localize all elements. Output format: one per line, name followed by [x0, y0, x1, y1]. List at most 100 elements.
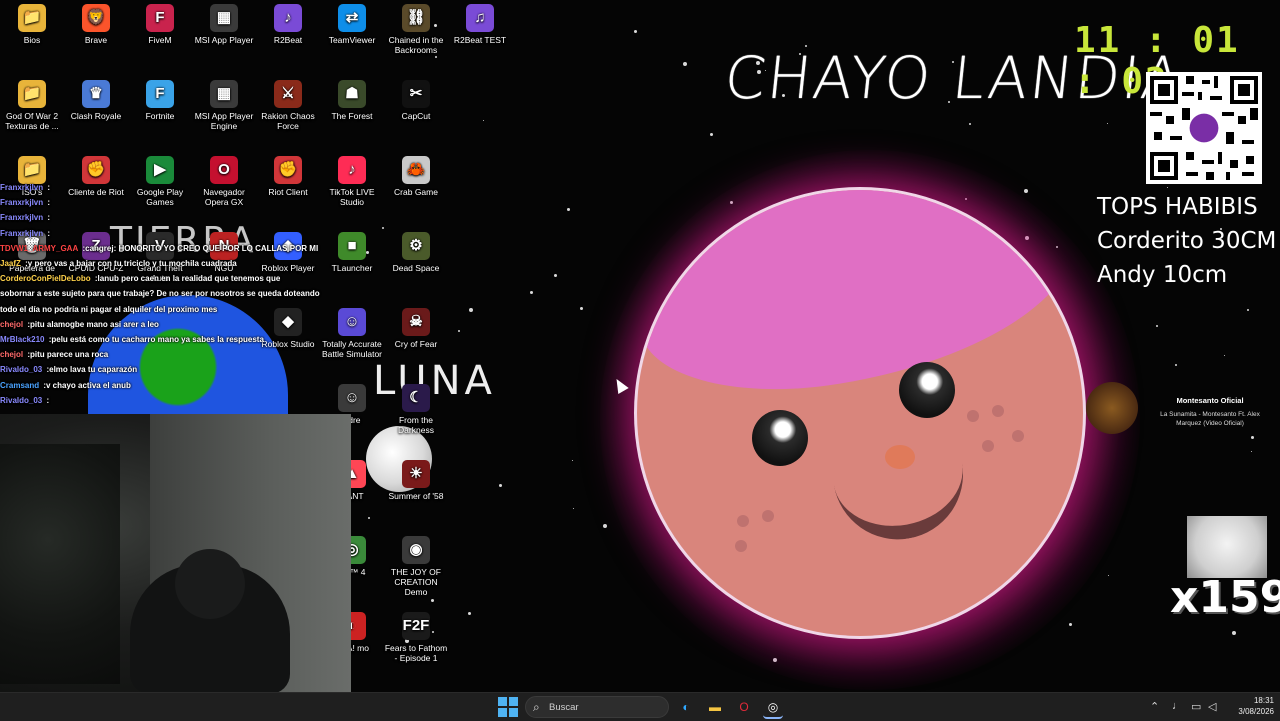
stream-chat: Franxrkjlvn : Franxrkjlvn : Franxrkjlvn :F… [0, 180, 360, 408]
file-explorer-icon[interactable]: ▬ [705, 697, 725, 717]
obs-icon[interactable]: ◎ [763, 697, 783, 719]
desktop-icon-summer-of-58[interactable]: ☀ Summer of '58 [384, 460, 448, 501]
chat-message: Franxrkjlvn : [0, 195, 360, 210]
chat-text: :lanub pero caen en la realidad que tene… [92, 274, 281, 284]
volume-icon[interactable]: ◁ [1208, 700, 1216, 713]
desktop-icon-the-joy-of-creation-demo[interactable]: ◉ THE JOY OF CREATION Demo [384, 536, 448, 597]
app-icon: ☾ [402, 384, 430, 412]
star [468, 307, 473, 312]
freckle [967, 410, 979, 422]
chat-message: Rivaldo_03 :elmo lava tu caparazón [0, 362, 360, 377]
chat-username: Franxrkjlvn [0, 198, 44, 208]
desktop-icon-msi-app-player-engine[interactable]: ▦ MSI App Player Engine [192, 80, 256, 131]
app-icon: ⇄ [338, 4, 366, 32]
microphone-icon[interactable]: ♩ [1172, 700, 1183, 712]
taskbar-date: 3/08/2026 [1238, 707, 1274, 716]
desktop-icon-label: Fears to Fathom - Episode 1 [384, 643, 448, 663]
chat-message: sobornar a este sujeto para que trabaje?… [0, 286, 360, 301]
chat-text: :elmo lava tu caparazón [44, 365, 138, 375]
freckle [992, 405, 1004, 417]
chat-message: TDVW1_ARMY_GAA :cangrej: HONORITO YO CRE… [0, 241, 360, 256]
chat-message: Cramsand :v chayo activa el anub [0, 378, 360, 393]
webcam-chair-headrest [175, 549, 245, 619]
desktop-icon-label: TeamViewer [328, 35, 376, 45]
star [969, 122, 972, 125]
desktop-icon-label: R2Beat TEST [453, 35, 507, 45]
desktop-icon-r2beat-test[interactable]: ♫ R2Beat TEST [448, 4, 512, 45]
chat-username: JaafZ [0, 259, 21, 269]
desktop-icon-label: CapCut [401, 111, 431, 121]
desktop-icon-label: Dead Space [392, 263, 440, 273]
desktop-icon-chained-in-the-backrooms[interactable]: ⛓ Chained in the Backrooms [384, 4, 448, 55]
desktop-icon-label: The Forest [331, 111, 373, 121]
freckle [762, 510, 774, 522]
desktop-icon-label: From the Darkness [398, 415, 434, 435]
star [1155, 325, 1158, 328]
star [1223, 354, 1225, 356]
freckle [735, 540, 747, 552]
freckle [982, 440, 994, 452]
star [571, 460, 573, 462]
chat-username: Franxrkjlvn [0, 183, 44, 192]
chat-message: Franxrkjlvn : [0, 180, 360, 195]
star [1107, 123, 1109, 124]
chat-message: Franxrkjlvn : [0, 226, 360, 241]
chat-username: chejol [0, 350, 24, 360]
desktop-icon-cry-of-fear[interactable]: ☠ Cry of Fear [384, 308, 448, 349]
desktop-icon-crab-game[interactable]: 🦀 Crab Game [384, 156, 448, 197]
desktop-icon-label: Rakion Chaos Force [261, 111, 315, 131]
desktop-icon-fortnite[interactable]: F Fortnite [128, 80, 192, 121]
app-icon: 📁 [18, 80, 46, 108]
webcam-feed [0, 414, 351, 694]
chat-username: Rivaldo_03 [0, 365, 43, 375]
desktop-icon-label: Bios [23, 35, 41, 45]
desktop-icon-fivem[interactable]: F FiveM [128, 4, 192, 45]
taskbar-time: 18:31 [1253, 696, 1274, 705]
opera-gx-icon[interactable]: O [734, 697, 754, 717]
star [1250, 435, 1254, 439]
tray-overflow-icon[interactable]: ⌃ [1150, 700, 1159, 713]
desktop-icon-label: Crab Game [394, 187, 438, 197]
edge-browser-icon[interactable]: ◐ [676, 697, 696, 717]
desktop-icon-from-the-darkness[interactable]: ☾ From the Darkness [384, 384, 448, 435]
desktop-icon-label: FiveM [148, 35, 172, 45]
chat-text: : [44, 395, 50, 405]
star [1166, 187, 1168, 189]
star [683, 61, 688, 66]
desktop-icon-brave[interactable]: 🦁 Brave [64, 4, 128, 45]
star [1068, 622, 1072, 626]
desktop-icon-rakion-chaos-force[interactable]: ⚔ Rakion Chaos Force [256, 80, 320, 131]
desktop-icon-clash-royale[interactable]: ♛ Clash Royale [64, 80, 128, 121]
app-icon: ♛ [82, 80, 110, 108]
star [482, 120, 484, 122]
desktop-icon-fears-to-fathom-episode-1[interactable]: F2F Fears to Fathom - Episode 1 [384, 612, 448, 663]
chat-message: CorderoConPielDeLobo :lanub pero caen en… [0, 271, 360, 286]
app-icon: ⚙ [402, 232, 430, 260]
desktop-icon-label: God Of War 2 Texturas de ... [5, 111, 59, 131]
taskbar-clock[interactable]: 18:31 3/08/2026 [1222, 695, 1274, 717]
desktop-icon-label: Summer of '58 [388, 491, 444, 501]
app-icon: 📁 [18, 4, 46, 32]
donation-counter: x159 [1170, 572, 1280, 623]
windows-start-icon[interactable] [498, 697, 518, 717]
desktop-icon-label: THE JOY OF CREATION Demo [391, 567, 441, 597]
desktop-icon-bios[interactable]: 📁 Bios [0, 4, 64, 45]
app-icon: ☀ [402, 460, 430, 488]
chat-username: Cramsand [0, 380, 40, 390]
desktop-icon-god-of-war-2-texturas-de[interactable]: 📁 God Of War 2 Texturas de ... [0, 80, 64, 131]
desktop-icon-r2beat[interactable]: ♪ R2Beat [256, 4, 320, 45]
desktop-icon-dead-space[interactable]: ⚙ Dead Space [384, 232, 448, 273]
tops-entry-1: Corderito 30CM [1097, 228, 1277, 254]
app-icon: ☗ [338, 80, 366, 108]
desktop-icon-capcut[interactable]: ✂ CapCut [384, 80, 448, 121]
desktop-icon-teamviewer[interactable]: ⇄ TeamViewer [320, 4, 384, 45]
star [499, 483, 502, 487]
desktop-icon-msi-app-player[interactable]: ▦ MSI App Player [192, 4, 256, 45]
star [710, 133, 714, 137]
network-icon[interactable]: ▭ [1191, 700, 1201, 713]
chat-text: sobornar a este sujeto para que trabaje?… [0, 289, 320, 299]
planet-face-drawing [637, 190, 1083, 636]
taskbar-search[interactable]: ⌕ Buscar [525, 696, 669, 718]
desktop-icon-the-forest[interactable]: ☗ The Forest [320, 80, 384, 121]
chat-message: Rivaldo_03 : [0, 393, 360, 408]
